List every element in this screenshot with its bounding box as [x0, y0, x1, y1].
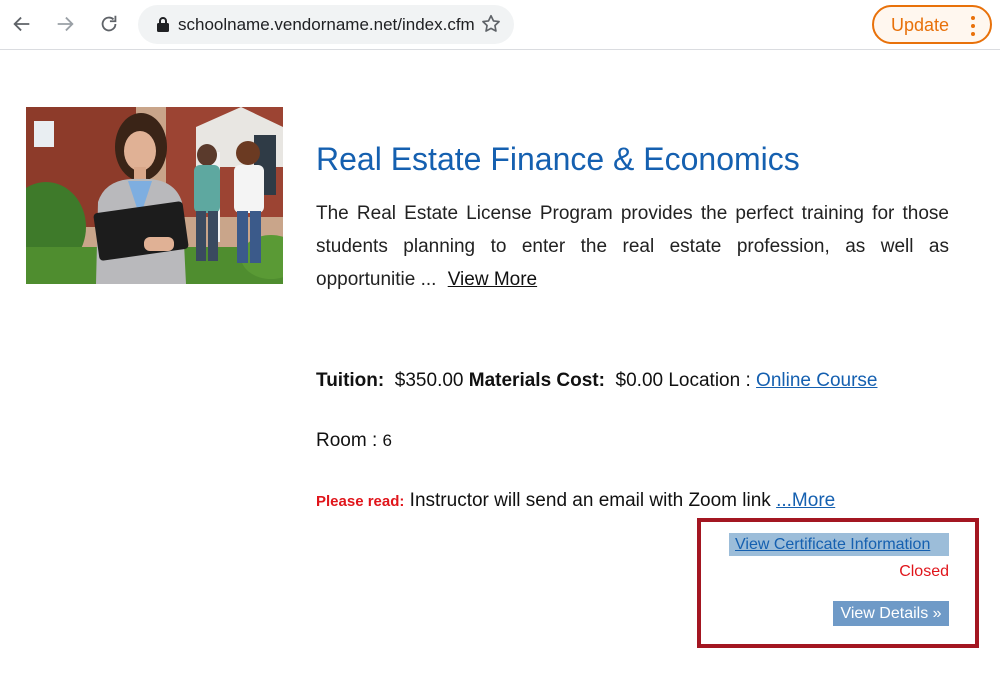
address-bar[interactable]: schoolname.vendorname.net/index.cfm — [138, 5, 514, 44]
update-label: Update — [891, 15, 950, 35]
location-link[interactable]: Online Course — [756, 370, 877, 391]
course-title[interactable]: Real Estate Finance & Economics — [316, 141, 800, 178]
url-text: schoolname.vendorname.net/index.cfm — [178, 15, 475, 34]
view-certificate-link[interactable]: View Certificate Information — [729, 533, 949, 556]
notice-text: Instructor will send an email with Zoom … — [409, 490, 771, 511]
more-link[interactable]: ...More — [776, 490, 835, 511]
tuition-line: Tuition: $350.00 Materials Cost: $0.00 L… — [316, 370, 878, 392]
forward-icon[interactable] — [51, 10, 79, 38]
kebab-menu-icon[interactable] — [970, 16, 976, 36]
view-details-button[interactable]: View Details » — [833, 601, 949, 626]
tuition-label: Tuition: — [316, 370, 385, 391]
reload-icon[interactable] — [95, 10, 123, 38]
location-label: Location : — [668, 370, 751, 391]
update-button[interactable]: Update — [872, 5, 992, 44]
room-label: Room : — [316, 430, 378, 451]
course-description: The Real Estate License Program provides… — [316, 197, 949, 296]
room-line: Room : 6 — [316, 430, 392, 452]
description-text: The Real Estate License Program provides… — [316, 203, 949, 290]
view-more-link[interactable]: View More — [448, 269, 537, 290]
status-closed: Closed — [899, 563, 949, 580]
bookmark-star-icon[interactable] — [480, 13, 502, 35]
course-image — [26, 107, 283, 284]
materials-value: $0.00 — [615, 370, 664, 391]
lock-icon — [157, 17, 169, 32]
back-icon[interactable] — [8, 10, 36, 38]
please-read-label: Please read: — [316, 493, 405, 510]
notice-line: Please read: Instructor will send an ema… — [316, 490, 835, 512]
browser-toolbar: schoolname.vendorname.net/index.cfm Upda… — [0, 0, 1000, 50]
tuition-value: $350.00 — [394, 370, 464, 391]
materials-label: Materials Cost: — [468, 370, 605, 391]
room-value: 6 — [382, 431, 392, 450]
